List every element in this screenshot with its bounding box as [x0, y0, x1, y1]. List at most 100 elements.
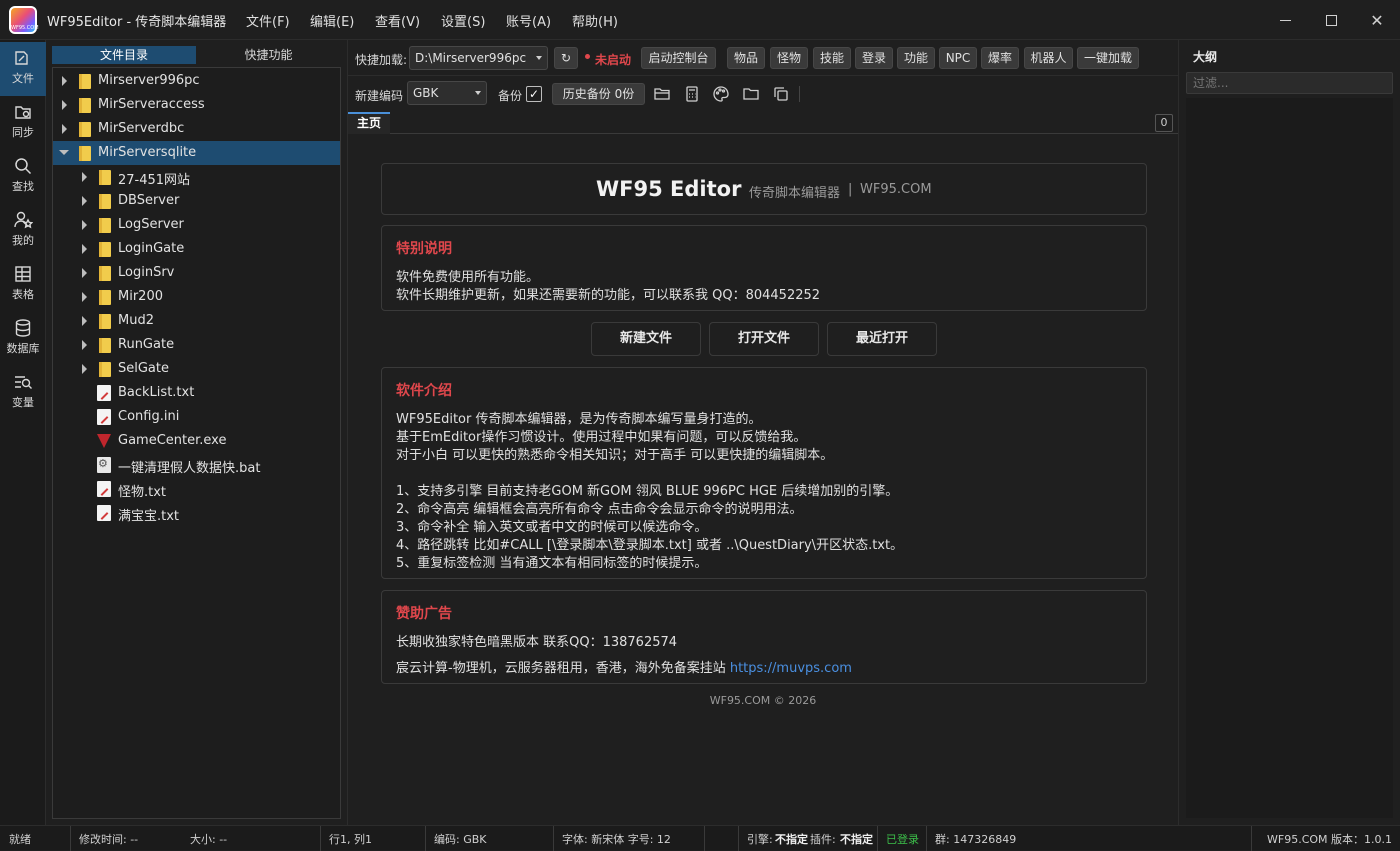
- recent-files-button[interactable]: 最近打开: [827, 322, 937, 356]
- activity-database[interactable]: 数据库: [0, 312, 46, 366]
- intro-feature: 4、路径跳转 比如#CALL [\登录脚本\登录脚本.txt] 或者 ..\Qu…: [396, 538, 904, 553]
- tree-folder[interactable]: LogServer: [53, 213, 340, 237]
- status-engine-value[interactable]: 不指定: [775, 831, 808, 847]
- chevron-right-icon[interactable]: [82, 220, 87, 230]
- drop-rate-button[interactable]: 爆率: [981, 47, 1019, 69]
- menu-view[interactable]: 查看(V): [375, 11, 420, 30]
- tree-folder[interactable]: DBServer: [53, 189, 340, 213]
- load-all-button[interactable]: 一键加载: [1077, 47, 1139, 69]
- tree-folder[interactable]: MirServeraccess: [53, 93, 340, 117]
- encoding-label: 新建编码: [355, 89, 404, 103]
- status-plugin-value[interactable]: 不指定: [840, 831, 873, 847]
- folder-icon: [99, 314, 111, 329]
- activity-variable[interactable]: 变量: [0, 366, 46, 420]
- new-file-button[interactable]: 新建文件: [591, 322, 701, 356]
- status-login[interactable]: 已登录: [886, 831, 919, 847]
- status-size: 大小: --: [190, 833, 228, 846]
- tree-folder[interactable]: Mud2: [53, 309, 340, 333]
- tree-item-label: SelGate: [118, 361, 169, 376]
- tab-bar: 主页 0: [348, 112, 1178, 134]
- menu-account[interactable]: 账号(A): [506, 11, 551, 30]
- functions-button[interactable]: 功能: [897, 47, 935, 69]
- activity-file[interactable]: 文件: [0, 42, 46, 96]
- tab-home[interactable]: 主页: [348, 112, 390, 134]
- chevron-right-icon[interactable]: [82, 316, 87, 326]
- app-logo-text: WF95.COM: [11, 25, 39, 31]
- refresh-icon: ↻: [560, 51, 572, 65]
- activity-mine[interactable]: 我的: [0, 204, 46, 258]
- tree-folder[interactable]: MirServersqlite: [53, 141, 340, 165]
- tree-folder[interactable]: RunGate: [53, 333, 340, 357]
- tree-folder[interactable]: SelGate: [53, 357, 340, 381]
- sponsor-link[interactable]: https://muvps.com: [730, 661, 852, 676]
- status-bar: 就绪 修改时间: -- 大小: -- 行1, 列1 编码: GBK 字体: 新宋…: [0, 825, 1400, 851]
- search-icon: [15, 158, 32, 175]
- chevron-right-icon[interactable]: [62, 76, 67, 86]
- menu-help[interactable]: 帮助(H): [572, 11, 618, 30]
- tree-file[interactable]: Config.ini: [53, 405, 340, 429]
- chevron-right-icon[interactable]: [82, 292, 87, 302]
- tree-file[interactable]: BackList.txt: [53, 381, 340, 405]
- robot-button[interactable]: 机器人: [1024, 47, 1073, 69]
- backup-checkbox[interactable]: ✓: [526, 86, 542, 102]
- tree-file[interactable]: 满宝宝.txt: [53, 501, 340, 525]
- chevron-right-icon[interactable]: [82, 172, 87, 182]
- chevron-right-icon[interactable]: [82, 268, 87, 278]
- menu-edit[interactable]: 编辑(E): [310, 11, 354, 30]
- path-select[interactable]: D:\Mirserver996pc: [409, 46, 548, 70]
- status-font: 字体: 新宋体 字号: 12: [562, 833, 671, 846]
- minimize-button[interactable]: [1273, 8, 1297, 32]
- chevron-right-icon[interactable]: [82, 364, 87, 374]
- login-button[interactable]: 登录: [855, 47, 893, 69]
- menu-file[interactable]: 文件(F): [246, 11, 290, 30]
- maximize-button[interactable]: [1319, 8, 1343, 32]
- open-folder-icon[interactable]: [653, 85, 671, 103]
- chevron-right-icon[interactable]: [82, 244, 87, 254]
- tree-folder[interactable]: LoginSrv: [53, 261, 340, 285]
- items-button[interactable]: 物品: [727, 47, 765, 69]
- activity-sync[interactable]: 同步: [0, 96, 46, 150]
- chevron-right-icon[interactable]: [82, 196, 87, 206]
- gamecenter-exe-icon: [97, 434, 111, 448]
- tab-quick-functions[interactable]: 快捷功能: [196, 46, 341, 64]
- history-backup-button[interactable]: 历史备份 0份: [552, 83, 645, 105]
- tree-folder[interactable]: Mir200: [53, 285, 340, 309]
- tree-folder[interactable]: LoginGate: [53, 237, 340, 261]
- monsters-button[interactable]: 怪物: [770, 47, 808, 69]
- tree-file[interactable]: GameCenter.exe: [53, 429, 340, 453]
- refresh-button[interactable]: ↻: [554, 47, 578, 69]
- tab-count-badge: 0: [1155, 114, 1173, 132]
- folder-icon: [99, 242, 111, 257]
- tree-folder[interactable]: 27-451网站: [53, 165, 340, 189]
- tab-file-directory[interactable]: 文件目录: [52, 46, 196, 64]
- tree-folder[interactable]: MirServerdbc: [53, 117, 340, 141]
- calculator-icon[interactable]: [683, 85, 701, 103]
- chevron-right-icon[interactable]: [62, 100, 67, 110]
- skills-button[interactable]: 技能: [813, 47, 851, 69]
- tree-item-label: MirServersqlite: [98, 145, 197, 160]
- menu-settings[interactable]: 设置(S): [441, 11, 485, 30]
- encoding-select[interactable]: GBK: [407, 81, 487, 105]
- intro-feature: 2、命令高亮 编辑框会高亮所有命令 点击命令会显示命令的说明用法。: [396, 502, 803, 517]
- tree-folder[interactable]: Mirserver996pc: [53, 69, 340, 93]
- npc-button[interactable]: NPC: [939, 47, 977, 69]
- close-button[interactable]: ✕: [1365, 8, 1389, 32]
- palette-icon[interactable]: [712, 85, 730, 103]
- activity-file-label: 文件: [12, 72, 34, 85]
- open-file-button[interactable]: 打开文件: [709, 322, 819, 356]
- folder-icon: [99, 266, 111, 281]
- chevron-right-icon[interactable]: [82, 340, 87, 350]
- tree-file[interactable]: 一键清理假人数据快.bat: [53, 453, 340, 477]
- activity-search[interactable]: 查找: [0, 150, 46, 204]
- activity-table[interactable]: 表格: [0, 258, 46, 312]
- brand-separator: |: [848, 182, 853, 197]
- folder-icon[interactable]: [742, 85, 760, 103]
- chevron-right-icon[interactable]: [62, 124, 67, 134]
- copy-icon[interactable]: [772, 85, 790, 103]
- chevron-down-icon[interactable]: [59, 150, 69, 155]
- tree-file[interactable]: 怪物.txt: [53, 477, 340, 501]
- variable-icon: [15, 376, 32, 389]
- outline-filter-input[interactable]: [1186, 72, 1393, 94]
- start-console-button[interactable]: 启动控制台: [641, 47, 716, 69]
- sponsor-line: 长期收独家特色暗黑版本 联系QQ：138762574: [396, 635, 678, 650]
